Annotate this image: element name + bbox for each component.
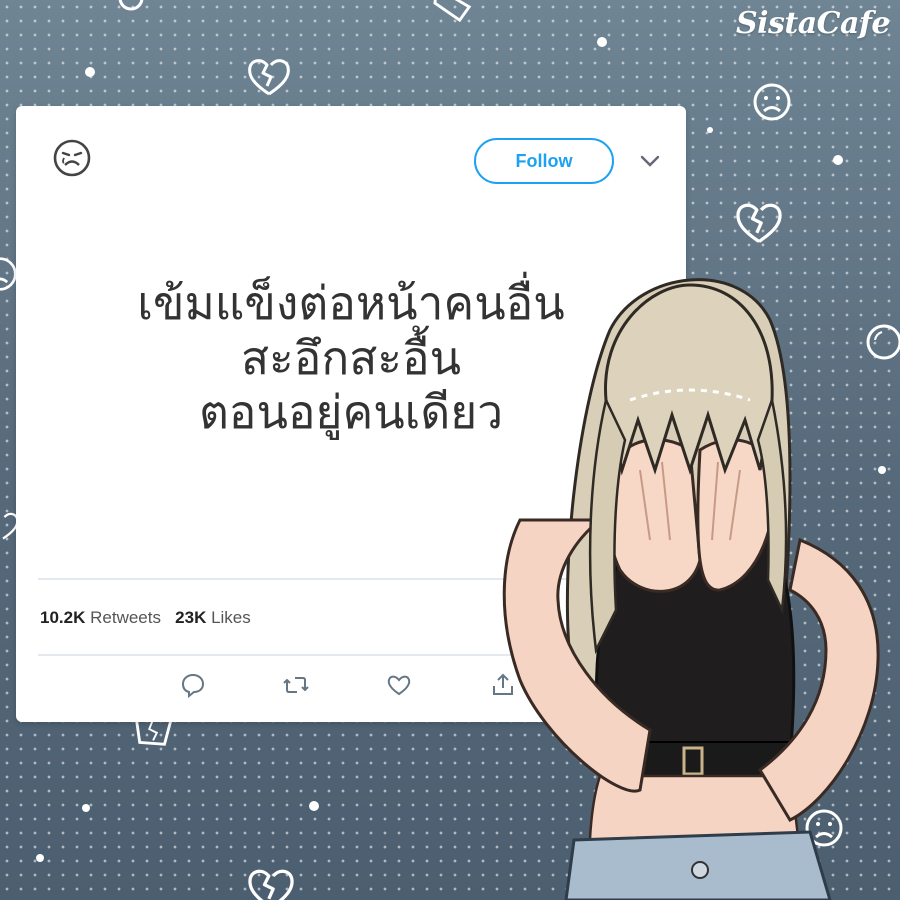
crying-girl-illustration: [502, 278, 880, 900]
